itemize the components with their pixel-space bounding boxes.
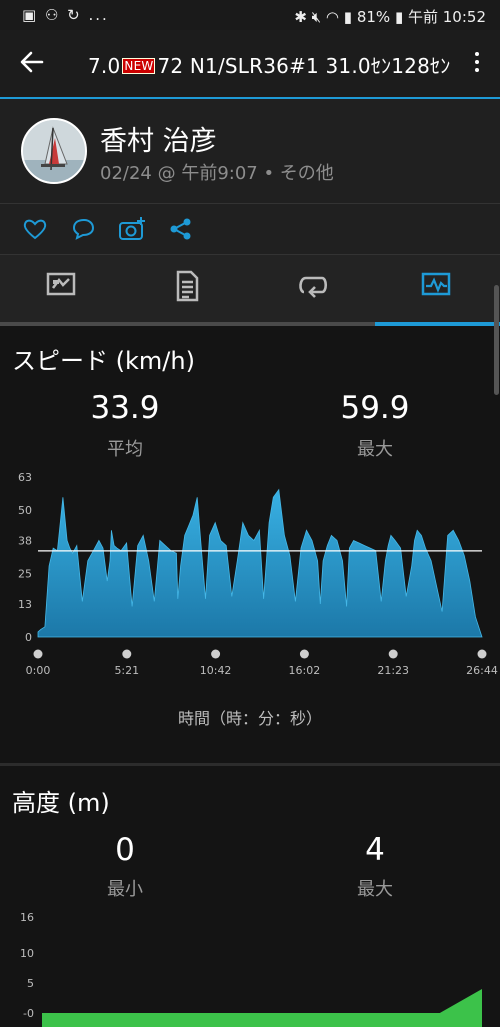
share-icon[interactable] bbox=[168, 216, 194, 242]
like-heart-icon[interactable] bbox=[22, 216, 48, 242]
elevation-min-value: 0 bbox=[115, 832, 135, 868]
status-left-icons: ▣ ⚇ ↻ ... bbox=[22, 6, 109, 24]
battery-percent: 81% bbox=[356, 8, 391, 26]
elevation-y-tick-label: 5 bbox=[27, 977, 34, 990]
mute-icon: 🔇︎ bbox=[311, 8, 322, 26]
signal-icon: ▮ bbox=[343, 8, 353, 26]
user-name: 香村 治彦 bbox=[100, 126, 217, 157]
elevation-section-title: 高度 (m) bbox=[12, 789, 110, 817]
add-photo-icon[interactable] bbox=[118, 216, 145, 242]
status-right: ✱ 🔇︎ ◠ ▮ 81% ▮ 午前 10:52 bbox=[294, 6, 486, 27]
elevation-chart: 16 10 5 -0 bbox=[20, 911, 482, 1027]
elevation-y-tick-label: 10 bbox=[20, 947, 34, 960]
speed-max-label: 最大 bbox=[357, 439, 393, 460]
back-arrow-icon[interactable] bbox=[18, 48, 50, 80]
elevation-area-series bbox=[42, 989, 482, 1027]
elevation-y-tick-label: -0 bbox=[23, 1007, 34, 1020]
speed-y-tick-label: 38 bbox=[18, 534, 32, 547]
tab-selected-indicator bbox=[375, 322, 500, 326]
speed-area-series bbox=[37, 488, 483, 638]
speed-y-tick-label: 50 bbox=[18, 504, 32, 517]
speed-avg-value: 33.9 bbox=[90, 390, 160, 426]
speed-y-tick-label: 25 bbox=[18, 568, 32, 581]
app-bar: 7.0 NEW 72 N1/SLR36#1 31.0ｾﾝ128ｾﾝ bbox=[0, 30, 500, 98]
speed-x-tick-dot bbox=[211, 649, 221, 659]
tab-summary-icon[interactable] bbox=[45, 270, 85, 304]
speed-x-tick-label: 21:23 bbox=[377, 664, 409, 677]
speed-x-tick-dot bbox=[122, 649, 132, 659]
comment-icon[interactable] bbox=[70, 216, 96, 242]
title-prefix: 7.0 bbox=[88, 54, 121, 78]
speed-y-tick-label: 0 bbox=[25, 631, 32, 644]
speed-x-axis-label: 時間（時：分：秒） bbox=[177, 709, 322, 728]
elevation-max-value: 4 bbox=[365, 832, 385, 868]
overflow-menu-icon[interactable] bbox=[474, 50, 480, 78]
tab-laps-icon[interactable] bbox=[296, 270, 336, 304]
section-divider bbox=[0, 763, 500, 766]
elevation-y-tick-label: 16 bbox=[20, 911, 34, 924]
elevation-min-label: 最小 bbox=[107, 879, 143, 900]
speed-avg-label: 平均 bbox=[107, 439, 143, 460]
clock: 午前 10:52 bbox=[408, 8, 486, 26]
tab-details-icon[interactable] bbox=[172, 270, 212, 304]
activity-header: 香村 治彦 02/24 @ 午前9:07 • その他 bbox=[0, 99, 500, 204]
scrollbar[interactable] bbox=[494, 285, 499, 395]
tab-charts-icon[interactable] bbox=[420, 270, 460, 304]
speed-x-tick-dot bbox=[299, 649, 309, 659]
tab-bar bbox=[0, 255, 500, 323]
speed-x-tick-label: 16:02 bbox=[289, 664, 321, 677]
action-row bbox=[0, 204, 500, 255]
speed-x-tick-label: 10:42 bbox=[200, 664, 232, 677]
speed-x-tick-dot bbox=[477, 649, 487, 659]
avatar[interactable] bbox=[21, 118, 87, 184]
speed-section-title: スピード (km/h) bbox=[12, 347, 195, 375]
elevation-max-label: 最大 bbox=[357, 879, 393, 900]
battery-icon: ▮ bbox=[394, 8, 404, 26]
speed-x-tick-label: 26:44 bbox=[466, 664, 498, 677]
title-suffix: 72 N1/SLR36#1 31.0ｾﾝ128ｾﾝ bbox=[157, 54, 451, 78]
speed-y-tick-label: 13 bbox=[18, 598, 32, 611]
new-badge: NEW bbox=[122, 58, 156, 74]
speed-chart: 0 13 25 38 50 63 0:00 5:21 10:42 16:02 21:23 26:44 bbox=[18, 471, 498, 677]
speed-x-tick-dot bbox=[388, 649, 398, 659]
speed-x-tick-label: 5:21 bbox=[114, 664, 139, 677]
status-bar: ▣ ⚇ ↻ ... ✱ 🔇︎ ◠ ▮ 81% ▮ 午前 10:52 bbox=[0, 0, 500, 30]
speed-max-value: 59.9 bbox=[340, 390, 410, 426]
activity-title: 7.0 NEW 72 N1/SLR36#1 31.0ｾﾝ128ｾﾝ bbox=[88, 50, 450, 79]
activity-meta: 02/24 @ 午前9:07 • その他 bbox=[100, 163, 334, 184]
bluetooth-icon: ✱ bbox=[294, 8, 307, 26]
wifi-icon: ◠ bbox=[325, 8, 339, 26]
speed-x-tick-label: 0:00 bbox=[26, 664, 51, 677]
speed-y-tick-label: 63 bbox=[18, 471, 32, 484]
speed-x-tick-dot bbox=[33, 649, 43, 659]
